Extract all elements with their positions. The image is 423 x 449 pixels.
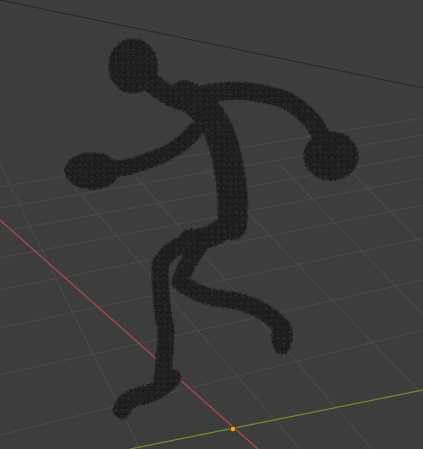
grid-line xyxy=(339,159,423,246)
mesh-torso xyxy=(170,80,248,240)
mesh-foot-back xyxy=(271,317,293,355)
horizon-line xyxy=(0,0,423,89)
mesh-hand-right xyxy=(303,131,359,181)
world-origin-icon[interactable] xyxy=(229,425,237,433)
3d-viewport[interactable] xyxy=(0,0,423,449)
particle-mesh-humanoid[interactable] xyxy=(64,38,359,419)
mesh-hand-left xyxy=(64,152,120,190)
grid-line xyxy=(0,154,423,233)
grid-line xyxy=(279,164,423,316)
floor-grid xyxy=(0,117,423,449)
mesh-foot-front xyxy=(113,369,181,419)
viewport-scene[interactable] xyxy=(0,0,423,449)
y-axis-line xyxy=(129,389,423,449)
grid-line xyxy=(0,237,423,329)
